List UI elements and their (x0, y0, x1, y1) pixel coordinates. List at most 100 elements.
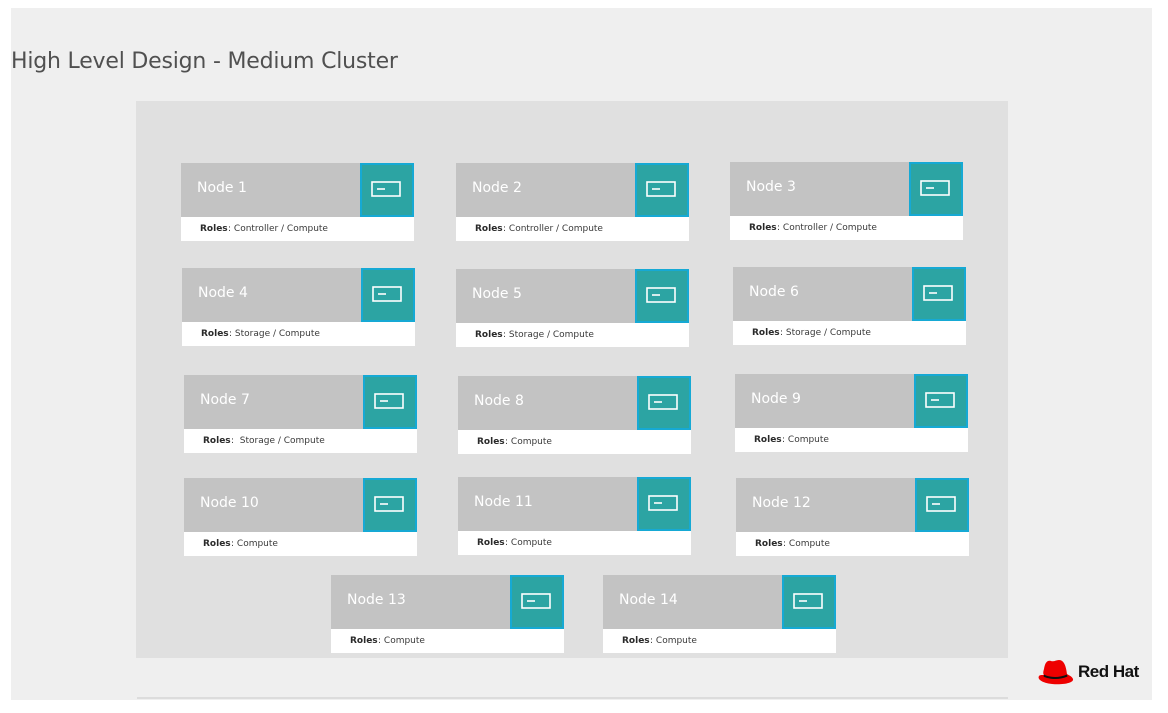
roles-label: Roles (755, 539, 783, 549)
roles-label: Roles (622, 636, 650, 646)
roles-value: : Storage / Compute (503, 323, 594, 347)
roles-text: Storage / Compute (239, 436, 325, 446)
server-icon (912, 267, 966, 321)
server-icon (363, 375, 417, 429)
node-card: Node 12 Roles: Compute (736, 478, 969, 556)
roles-text: Storage / Compute (508, 330, 594, 340)
node-name: Node 4 (198, 285, 248, 301)
server-icon (361, 268, 415, 322)
roles-separator: : (231, 436, 240, 446)
node-roles: Roles: Controller / Compute (456, 217, 689, 241)
roles-label: Roles (200, 224, 228, 234)
roles-text: Compute (510, 437, 552, 447)
node-roles: Roles: Compute (458, 430, 691, 454)
roles-value: : Compute (378, 629, 425, 653)
roles-label: Roles (475, 224, 503, 234)
node-name: Node 11 (474, 494, 533, 510)
roles-value: : Compute (505, 430, 552, 454)
node-card: Node 8 Roles: Compute (458, 376, 691, 454)
node-name: Node 8 (474, 393, 524, 409)
node-name: Node 9 (751, 391, 801, 407)
node-header: Node 7 (184, 375, 417, 429)
red-hat-wordmark: Red Hat (1078, 662, 1139, 681)
node-header: Node 3 (730, 162, 963, 216)
node-card: Node 9 Roles: Compute (735, 374, 968, 452)
server-icon (915, 478, 969, 532)
node-name: Node 3 (746, 179, 796, 195)
roles-value: : Compute (231, 532, 278, 556)
node-name: Node 10 (200, 495, 259, 511)
node-roles: Roles: Storage / Compute (733, 321, 966, 345)
roles-text: Compute (383, 636, 425, 646)
roles-value: : Storage / Compute (231, 429, 325, 453)
roles-label: Roles (749, 223, 777, 233)
node-card: Node 7 Roles: Storage / Compute (184, 375, 417, 453)
node-roles: Roles: Compute (735, 428, 968, 452)
node-roles: Roles: Storage / Compute (182, 322, 415, 346)
roles-text: Controller / Compute (233, 224, 328, 234)
node-card: Node 14 Roles: Compute (603, 575, 836, 653)
roles-text: Storage / Compute (785, 328, 871, 338)
roles-label: Roles (754, 435, 782, 445)
roles-text: Compute (655, 636, 697, 646)
server-icon (360, 163, 414, 217)
node-roles: Roles: Compute (184, 532, 417, 556)
node-card: Node 3 Roles: Controller / Compute (730, 162, 963, 240)
node-header: Node 8 (458, 376, 691, 430)
node-roles: Roles: Storage / Compute (456, 323, 689, 347)
roles-label: Roles (477, 437, 505, 447)
roles-text: Compute (236, 539, 278, 549)
red-hat-fedora-icon (1038, 660, 1074, 685)
roles-text: Compute (510, 538, 552, 548)
divider (137, 697, 1008, 699)
server-icon (909, 162, 963, 216)
roles-label: Roles (201, 329, 229, 339)
node-card: Node 6 Roles: Storage / Compute (733, 267, 966, 345)
roles-value: : Compute (650, 629, 697, 653)
node-header: Node 10 (184, 478, 417, 532)
node-header: Node 11 (458, 477, 691, 531)
server-icon (635, 163, 689, 217)
node-header: Node 5 (456, 269, 689, 323)
node-card: Node 10 Roles: Compute (184, 478, 417, 556)
red-hat-logo: Red Hat (1036, 656, 1154, 690)
roles-label: Roles (752, 328, 780, 338)
node-name: Node 2 (472, 180, 522, 196)
node-roles: Roles: Compute (603, 629, 836, 653)
node-card: Node 11 Roles: Compute (458, 477, 691, 555)
node-name: Node 13 (347, 592, 406, 608)
node-roles: Roles: Storage / Compute (184, 429, 417, 453)
node-header: Node 13 (331, 575, 564, 629)
node-roles: Roles: Compute (331, 629, 564, 653)
node-card: Node 5 Roles: Storage / Compute (456, 269, 689, 347)
node-card: Node 1 Roles: Controller / Compute (181, 163, 414, 241)
node-header: Node 2 (456, 163, 689, 217)
node-name: Node 1 (197, 180, 247, 196)
roles-value: : Compute (782, 428, 829, 452)
node-name: Node 6 (749, 284, 799, 300)
roles-text: Controller / Compute (782, 223, 877, 233)
node-header: Node 6 (733, 267, 966, 321)
roles-value: : Controller / Compute (228, 217, 328, 241)
node-card: Node 13 Roles: Compute (331, 575, 564, 653)
server-icon (914, 374, 968, 428)
node-header: Node 14 (603, 575, 836, 629)
roles-value: : Compute (783, 532, 830, 556)
roles-label: Roles (477, 538, 505, 548)
roles-value: : Controller / Compute (777, 216, 877, 240)
node-roles: Roles: Controller / Compute (181, 217, 414, 241)
roles-text: Compute (788, 539, 830, 549)
roles-value: : Compute (505, 531, 552, 555)
node-roles: Roles: Controller / Compute (730, 216, 963, 240)
node-roles: Roles: Compute (736, 532, 969, 556)
roles-label: Roles (350, 636, 378, 646)
node-card: Node 2 Roles: Controller / Compute (456, 163, 689, 241)
server-icon (363, 478, 417, 532)
roles-text: Compute (787, 435, 829, 445)
roles-value: : Storage / Compute (780, 321, 871, 345)
node-name: Node 7 (200, 392, 250, 408)
slide-title: High Level Design - Medium Cluster (11, 49, 398, 74)
roles-value: : Storage / Compute (229, 322, 320, 346)
roles-label: Roles (203, 436, 231, 446)
roles-label: Roles (203, 539, 231, 549)
